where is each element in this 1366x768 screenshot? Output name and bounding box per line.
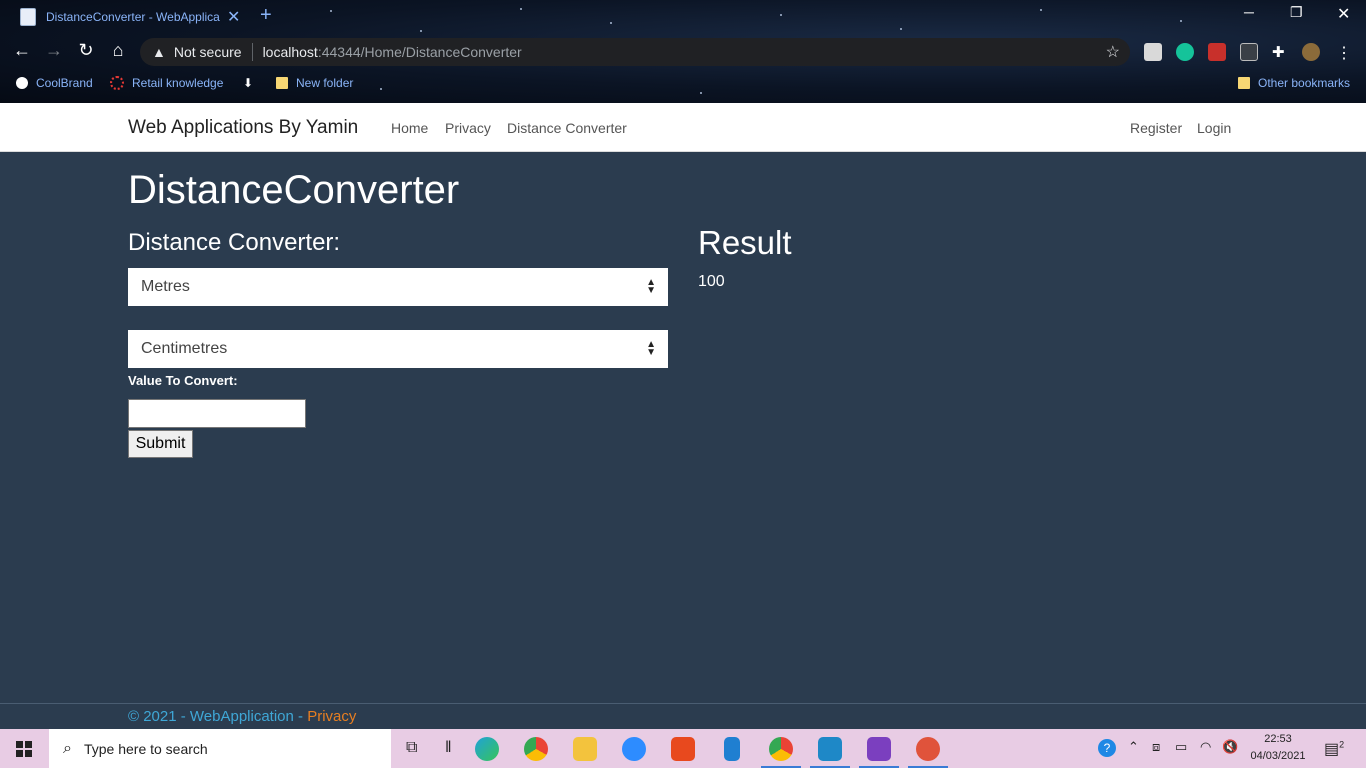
zoom-icon[interactable] <box>622 737 646 761</box>
search-placeholder: Type here to search <box>83 740 208 757</box>
close-window-button[interactable]: ✕ <box>1337 4 1350 24</box>
to-unit-value: Centimetres <box>141 340 228 357</box>
extensions-puzzle-icon[interactable]: ✚ <box>1272 43 1290 61</box>
url-host: localhost <box>262 44 318 60</box>
security-label: Not secure <box>173 44 242 60</box>
nav-link-home[interactable]: Home <box>391 120 428 136</box>
notification-center-icon[interactable]: ▤2 <box>1324 739 1344 759</box>
meet-now-icon[interactable]: ⧈ <box>1152 739 1160 755</box>
file-explorer-icon[interactable] <box>573 737 597 761</box>
warning-icon: ▲ <box>152 44 166 60</box>
download-icon[interactable]: ⬇ <box>243 76 253 90</box>
form-heading: Distance Converter: <box>128 229 341 256</box>
edge-icon[interactable] <box>475 737 499 761</box>
forward-button[interactable]: → <box>42 40 66 61</box>
tab-title: DistanceConverter - WebApplica <box>46 10 220 24</box>
result-value: 100 <box>698 273 725 290</box>
url-path: :44344/Home/DistanceConverter <box>317 44 522 60</box>
other-bookmarks[interactable]: Other bookmarks <box>1238 76 1350 90</box>
result-heading: Result <box>698 224 792 261</box>
notification-count: 2 <box>1339 739 1345 750</box>
azure-data-studio-icon[interactable] <box>818 737 842 761</box>
submit-button[interactable]: Submit <box>128 430 193 458</box>
chevron-up-icon[interactable]: ⌃ <box>1128 739 1139 755</box>
globe-icon <box>16 77 28 89</box>
office-icon[interactable] <box>671 737 695 761</box>
nav-link-privacy[interactable]: Privacy <box>445 120 491 136</box>
battery-icon[interactable]: ▭ <box>1175 739 1187 755</box>
bookmark-label: New folder <box>296 76 354 90</box>
clock-date: 04/03/2021 <box>1250 750 1306 762</box>
clock-time: 22:53 <box>1264 733 1292 745</box>
bookmark-label: Retail knowledge <box>132 76 224 90</box>
site-brand[interactable]: Web Applications By Yamin <box>128 117 358 139</box>
site-navbar: Web Applications By Yamin Home Privacy D… <box>0 103 1366 152</box>
taskbar-search-box[interactable]: ⌕ Type here to search <box>49 729 391 768</box>
search-icon: ⌕ <box>63 739 72 757</box>
bookmark-item[interactable]: CoolBrand <box>16 76 93 90</box>
nav-link-login[interactable]: Login <box>1197 120 1231 136</box>
volume-muted-icon[interactable]: 🔇 <box>1222 739 1238 755</box>
select-caret-icon: ▲ ▼ <box>646 277 656 296</box>
chrome-profile-icon[interactable] <box>769 737 793 761</box>
value-input[interactable] <box>128 399 306 428</box>
help-icon[interactable]: ? <box>1098 739 1116 757</box>
to-unit-select[interactable]: Centimetres ▲ ▼ <box>128 330 668 368</box>
page-icon <box>20 8 36 26</box>
footer-privacy-link[interactable]: Privacy <box>307 708 356 725</box>
address-bar[interactable]: ▲ Not secure localhost :44344/Home/Dista… <box>140 38 1130 66</box>
copyright-text: © 2021 - WebApplication - <box>128 708 308 725</box>
select-caret-icon: ▲ ▼ <box>646 339 656 358</box>
windows-taskbar: ⌕ Type here to search ⧉ ‖ ? ⌃ ⧈ ▭ ◠ 🔇 22… <box>0 729 1366 768</box>
value-label: Value To Convert: <box>128 373 238 388</box>
bookmark-folder[interactable]: New folder <box>276 76 353 90</box>
phone-app-icon[interactable] <box>724 737 740 761</box>
bookmark-extension-icon[interactable] <box>1208 43 1226 61</box>
spinner-icon <box>110 76 124 90</box>
bookmark-label: CoolBrand <box>36 76 93 90</box>
grammarly-extension-icon[interactable] <box>1176 43 1194 61</box>
other-bookmarks-label: Other bookmarks <box>1258 76 1351 90</box>
profile-avatar[interactable] <box>1302 43 1320 61</box>
restore-button[interactable]: ❐ <box>1290 4 1303 21</box>
folder-icon <box>276 77 288 89</box>
windows-start-icon[interactable] <box>16 741 32 757</box>
chrome-icon[interactable] <box>524 737 548 761</box>
mail-extension-icon[interactable] <box>1144 43 1162 61</box>
close-tab-icon[interactable]: ✕ <box>227 7 240 27</box>
reload-button[interactable]: ↻ <box>74 40 98 61</box>
bookmark-item[interactable]: Retail knowledge <box>110 76 223 90</box>
menu-kebab-icon[interactable]: ⋮ <box>1336 43 1354 62</box>
back-button[interactable]: ← <box>10 40 34 61</box>
nav-link-distance-converter[interactable]: Distance Converter <box>507 120 627 136</box>
footer-copyright: © 2021 - WebApplication - Privacy <box>128 708 356 725</box>
divider-icon: ‖ <box>445 739 452 756</box>
new-tab-button[interactable]: + <box>260 4 272 27</box>
browser-toolbar: ← → ↻ ⌂ ▲ Not secure localhost :44344/Ho… <box>0 36 1366 68</box>
wifi-icon[interactable]: ◠ <box>1200 739 1211 755</box>
task-view-icon[interactable]: ⧉ <box>406 739 417 757</box>
folder-icon <box>1238 77 1250 89</box>
from-unit-value: Metres <box>141 278 190 295</box>
site-footer: © 2021 - WebApplication - Privacy <box>0 703 1366 730</box>
browser-chrome: DistanceConverter - WebApplica ✕ + ─ ❐ ✕… <box>0 0 1366 103</box>
page-title: DistanceConverter <box>128 168 460 212</box>
omnibox-divider <box>251 43 253 61</box>
system-clock[interactable]: 22:53 04/03/2021 <box>1248 731 1308 765</box>
tab-bar: DistanceConverter - WebApplica ✕ + ─ ❐ ✕ <box>0 0 1366 34</box>
bookmarks-bar: CoolBrand Retail knowledge ⬇ New folder … <box>0 72 1366 96</box>
nav-link-register[interactable]: Register <box>1130 120 1182 136</box>
bookmark-star-icon[interactable]: ☆ <box>1106 42 1120 62</box>
browser-tab[interactable]: DistanceConverter - WebApplica ✕ <box>8 2 248 32</box>
home-button[interactable]: ⌂ <box>106 40 130 61</box>
minimize-button[interactable]: ─ <box>1244 4 1254 20</box>
from-unit-select[interactable]: Metres ▲ ▼ <box>128 268 668 306</box>
visual-studio-icon[interactable] <box>867 737 891 761</box>
search-extension-icon[interactable] <box>1240 43 1258 61</box>
snipping-tool-icon[interactable] <box>916 737 940 761</box>
